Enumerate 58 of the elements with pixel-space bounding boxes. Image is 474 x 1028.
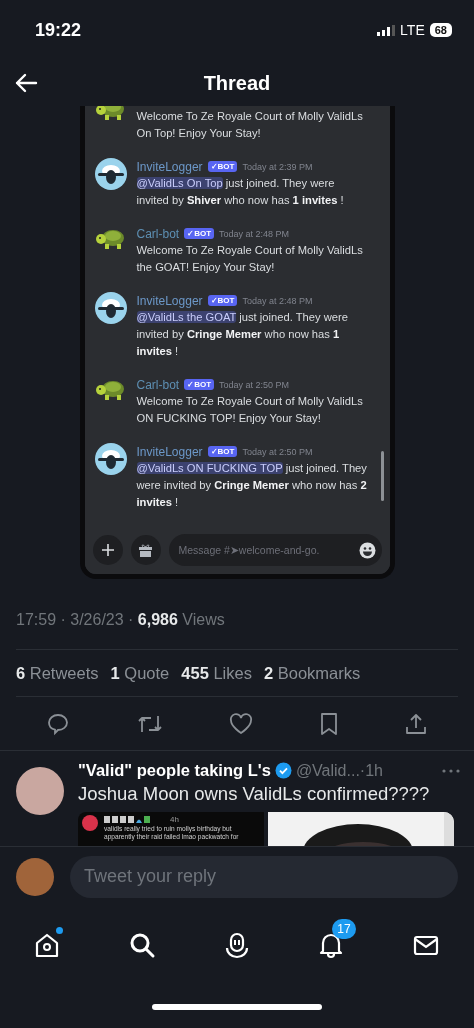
post-time: 4h bbox=[170, 815, 179, 824]
more-icon[interactable] bbox=[442, 768, 460, 773]
gift-button[interactable] bbox=[130, 535, 161, 565]
plus-icon bbox=[101, 544, 114, 556]
emoji-row-icon bbox=[104, 816, 150, 823]
message-text: @ValidLs On Top just joined. They were invited by Shiver who now has 1 invites ! bbox=[136, 176, 345, 208]
message-time: Today at 2:50 PM bbox=[242, 446, 313, 457]
mention-link[interactable]: @ValidLs On Top bbox=[136, 177, 223, 189]
author-name[interactable]: InviteLogger bbox=[136, 444, 203, 459]
engagement-count[interactable]: 1 Quote bbox=[110, 664, 170, 683]
user-avatar[interactable] bbox=[16, 767, 64, 815]
message-time: Today at 2:39 PM bbox=[242, 161, 313, 172]
engagement-count[interactable]: 6 Retweets bbox=[16, 664, 99, 683]
home-icon[interactable] bbox=[33, 931, 61, 959]
gift-icon bbox=[139, 543, 152, 557]
message-text: Welcome To Ze Royale Court of Molly ValidLs On Top! Enjoy Your Stay! bbox=[136, 109, 364, 141]
reply-icon[interactable] bbox=[46, 712, 70, 736]
back-arrow-icon[interactable] bbox=[14, 73, 38, 93]
message-text: Welcome To Ze Royale Court of Molly ValidLs ON FUCKING TOP! Enjoy Your Stay! bbox=[136, 394, 364, 426]
mention-link[interactable]: @ValidLs ON FUCKING TOP bbox=[136, 462, 283, 474]
my-avatar[interactable] bbox=[16, 857, 54, 896]
post-avatar bbox=[82, 815, 98, 831]
bot-tag: ✓BOT bbox=[184, 228, 215, 239]
message-time: Today at 2:48 PM bbox=[219, 228, 290, 239]
user-name[interactable]: "Valid" people taking L's bbox=[78, 761, 271, 780]
bot-tag: ✓BOT bbox=[207, 295, 238, 306]
bot-tag: ✓BOT bbox=[184, 379, 215, 390]
like-icon[interactable] bbox=[229, 713, 253, 735]
bookmark-icon[interactable] bbox=[318, 712, 339, 736]
message-text: @ValidLs ON FUCKING TOP just joined. They were invited by Cringe Memer who now has 2 invites ! bbox=[136, 461, 368, 510]
notification-count: 17 bbox=[332, 919, 356, 939]
mention-link[interactable]: @ValidLs the GOAT bbox=[136, 311, 237, 323]
network-label: LTE bbox=[400, 22, 425, 38]
user-handle[interactable]: @Valid...·1h bbox=[295, 761, 383, 780]
scrollbar bbox=[380, 451, 384, 501]
signal-icon bbox=[377, 24, 396, 36]
message-text: Welcome To Ze Royale Court of Molly ValidLs the GOAT! Enjoy Your Stay! bbox=[136, 243, 364, 275]
message-text: @ValidLs the GOAT just joined. They were invited by Cringe Memer who now has 1 invites ! bbox=[136, 310, 349, 359]
author-name[interactable]: Carl-bot bbox=[136, 377, 180, 392]
reply-text: Joshua Moon owns ValidLs confirmed???? bbox=[78, 783, 431, 805]
bot-tag: ✓BOT bbox=[207, 161, 238, 172]
page-title: Thread bbox=[203, 71, 271, 95]
author-name[interactable]: Carl-bot bbox=[136, 226, 180, 241]
battery-indicator: 68 bbox=[429, 23, 452, 37]
reply-field[interactable]: Tweet your reply bbox=[70, 855, 458, 898]
message-time: Today at 2:50 PM bbox=[219, 379, 290, 390]
author-name[interactable]: InviteLogger bbox=[136, 293, 203, 308]
author-name[interactable]: InviteLogger bbox=[136, 159, 203, 174]
status-time: 19:22 bbox=[35, 19, 82, 41]
engagement-count[interactable]: 2 Bookmarks bbox=[263, 664, 361, 683]
emoji-icon[interactable] bbox=[358, 541, 376, 559]
tweet-timestamp: 17:59 · 3/26/23 · 6,986 Views bbox=[16, 611, 226, 630]
message-time: Today at 2:48 PM bbox=[242, 295, 313, 306]
bot-tag: ✓BOT bbox=[207, 446, 238, 457]
share-icon[interactable] bbox=[404, 712, 428, 736]
engagement-count[interactable]: 455 Likes bbox=[181, 664, 252, 683]
add-button[interactable] bbox=[92, 535, 123, 565]
message-field[interactable]: Message #➤welcome-and-go. bbox=[168, 534, 382, 566]
